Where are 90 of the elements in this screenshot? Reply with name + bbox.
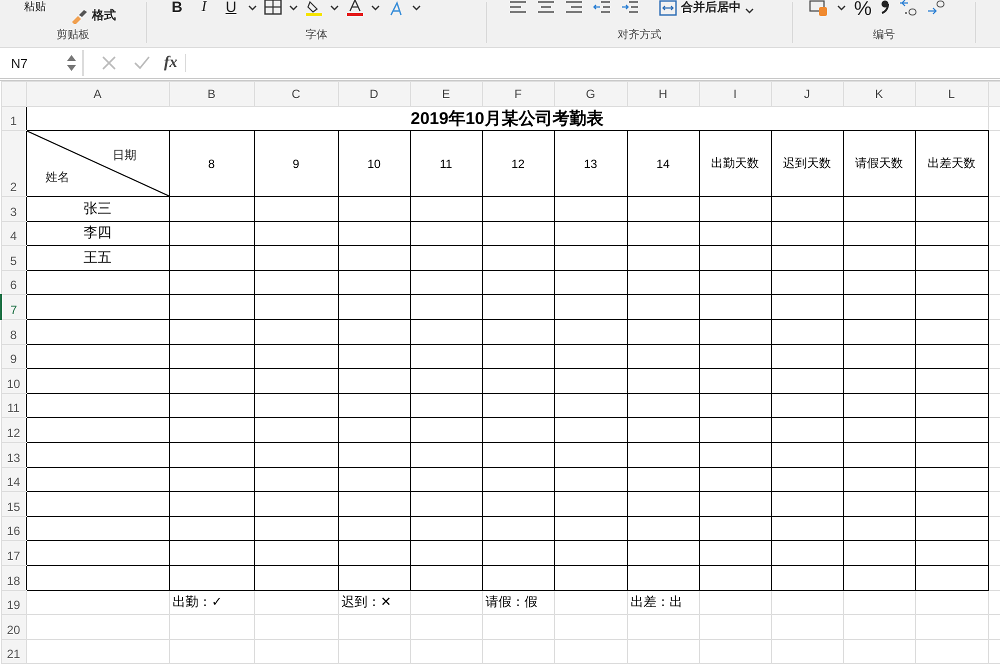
row-header[interactable]: 3 xyxy=(1,196,26,222)
row-header[interactable]: 18 xyxy=(1,565,26,590)
column-title: 9 xyxy=(254,130,338,196)
employee-name: 王五 xyxy=(84,248,112,265)
row-header[interactable]: 12 xyxy=(1,418,26,442)
column-header[interactable]: D xyxy=(338,82,410,106)
name-box[interactable]: N7 xyxy=(0,50,84,76)
comma-icon[interactable] xyxy=(880,0,890,15)
merge-cells-icon[interactable] xyxy=(659,0,677,16)
paintbrush-icon[interactable] xyxy=(70,8,88,24)
header-label: 日期 xyxy=(112,147,136,164)
number-format-icon[interactable] xyxy=(809,0,829,17)
row-header[interactable]: 21 xyxy=(1,639,26,664)
column-title: 请假天数 xyxy=(843,130,915,196)
column-title: 出差天数 xyxy=(915,130,988,196)
column-header[interactable]: K xyxy=(843,82,915,106)
column-header[interactable]: F xyxy=(482,82,554,106)
caret-icon[interactable] xyxy=(371,5,380,11)
insert-function-button[interactable]: fx xyxy=(164,54,186,72)
column-header[interactable]: H xyxy=(627,82,699,106)
spinner-icon[interactable] xyxy=(67,53,76,73)
column-header[interactable]: E xyxy=(410,82,482,106)
caret-icon[interactable] xyxy=(412,5,421,11)
column-title: 11 xyxy=(410,130,482,196)
paste-button[interactable]: 粘贴 xyxy=(24,0,46,14)
caret-icon[interactable] xyxy=(837,5,846,11)
caret-icon[interactable] xyxy=(248,5,257,11)
percent-button[interactable]: % xyxy=(854,0,872,19)
caret-icon[interactable] xyxy=(289,5,298,11)
legend-text: 出差：出 xyxy=(630,594,682,610)
row-header[interactable]: 17 xyxy=(1,540,26,566)
row-header[interactable]: 1 xyxy=(1,106,26,130)
employee-name: 张三 xyxy=(84,200,112,216)
column-header[interactable]: L xyxy=(915,82,988,106)
merge-center-button[interactable]: 合并后居中 xyxy=(659,0,754,16)
column-header[interactable]: J xyxy=(771,82,843,106)
column-title: 8 xyxy=(169,130,254,196)
font-style-button[interactable]: B xyxy=(167,0,187,16)
column-title: 出勤天数 xyxy=(699,130,771,196)
check-icon[interactable] xyxy=(134,56,150,70)
indent-decrease-icon[interactable] xyxy=(593,0,611,15)
row-header[interactable]: 5 xyxy=(1,246,26,270)
column-title: 12 xyxy=(482,130,554,196)
align-icon[interactable] xyxy=(537,0,555,15)
borders-icon[interactable] xyxy=(264,0,282,15)
row-header[interactable]: 16 xyxy=(1,516,26,541)
format-painter-button[interactable]: 格式 xyxy=(70,7,116,24)
row-header[interactable]: 10 xyxy=(1,368,26,394)
caret-icon[interactable] xyxy=(745,8,754,14)
group-label: 编号 xyxy=(872,28,896,42)
decimal-increase-icon[interactable] xyxy=(898,0,918,17)
row-header[interactable]: 11 xyxy=(1,393,26,418)
align-icon[interactable] xyxy=(509,0,527,15)
column-title: 14 xyxy=(627,130,699,196)
row-header[interactable]: 4 xyxy=(1,221,26,246)
row-header[interactable]: 15 xyxy=(1,492,26,516)
row-header[interactable]: 6 xyxy=(1,270,26,295)
legend-text: 出勤：✓ xyxy=(172,594,222,610)
group-label: 剪贴板 xyxy=(56,28,90,42)
row-header[interactable]: 20 xyxy=(1,614,26,640)
align-icon[interactable] xyxy=(565,0,583,15)
row-header[interactable]: 19 xyxy=(1,590,26,615)
fill-color-icon[interactable] xyxy=(305,0,323,17)
column-title: 迟到天数 xyxy=(771,130,843,196)
group-label: 对齐方式 xyxy=(616,28,662,42)
decimal-decrease-icon[interactable] xyxy=(926,0,946,17)
row-header[interactable]: 2 xyxy=(1,130,26,196)
column-title: 10 xyxy=(338,130,410,196)
indent-increase-icon[interactable] xyxy=(621,0,639,15)
row-header[interactable]: 7 xyxy=(1,294,26,320)
caret-icon[interactable] xyxy=(330,5,339,11)
font-style-button[interactable]: U xyxy=(221,0,241,16)
column-header[interactable]: I xyxy=(699,82,771,106)
group-label: 字体 xyxy=(304,28,328,42)
legend-text: 迟到：✕ xyxy=(342,594,392,610)
legend-text: 请假：假 xyxy=(486,594,538,610)
row-header[interactable]: 8 xyxy=(1,319,26,344)
column-header[interactable]: G xyxy=(554,82,627,106)
row-header[interactable]: 9 xyxy=(1,344,26,369)
header-label: 姓名 xyxy=(46,169,70,186)
column-header[interactable]: A xyxy=(26,82,169,106)
font-color-icon[interactable] xyxy=(346,0,364,17)
font-style-button[interactable]: I xyxy=(194,0,214,16)
column-title: 13 xyxy=(554,130,627,196)
column-header[interactable]: C xyxy=(254,82,338,106)
sheet-title: 2019年10月某公司考勤表 xyxy=(26,106,988,130)
row-header[interactable]: 13 xyxy=(1,442,26,468)
column-header[interactable]: B xyxy=(169,82,254,106)
row-header[interactable]: 14 xyxy=(1,467,26,492)
employee-name: 李四 xyxy=(84,224,112,240)
